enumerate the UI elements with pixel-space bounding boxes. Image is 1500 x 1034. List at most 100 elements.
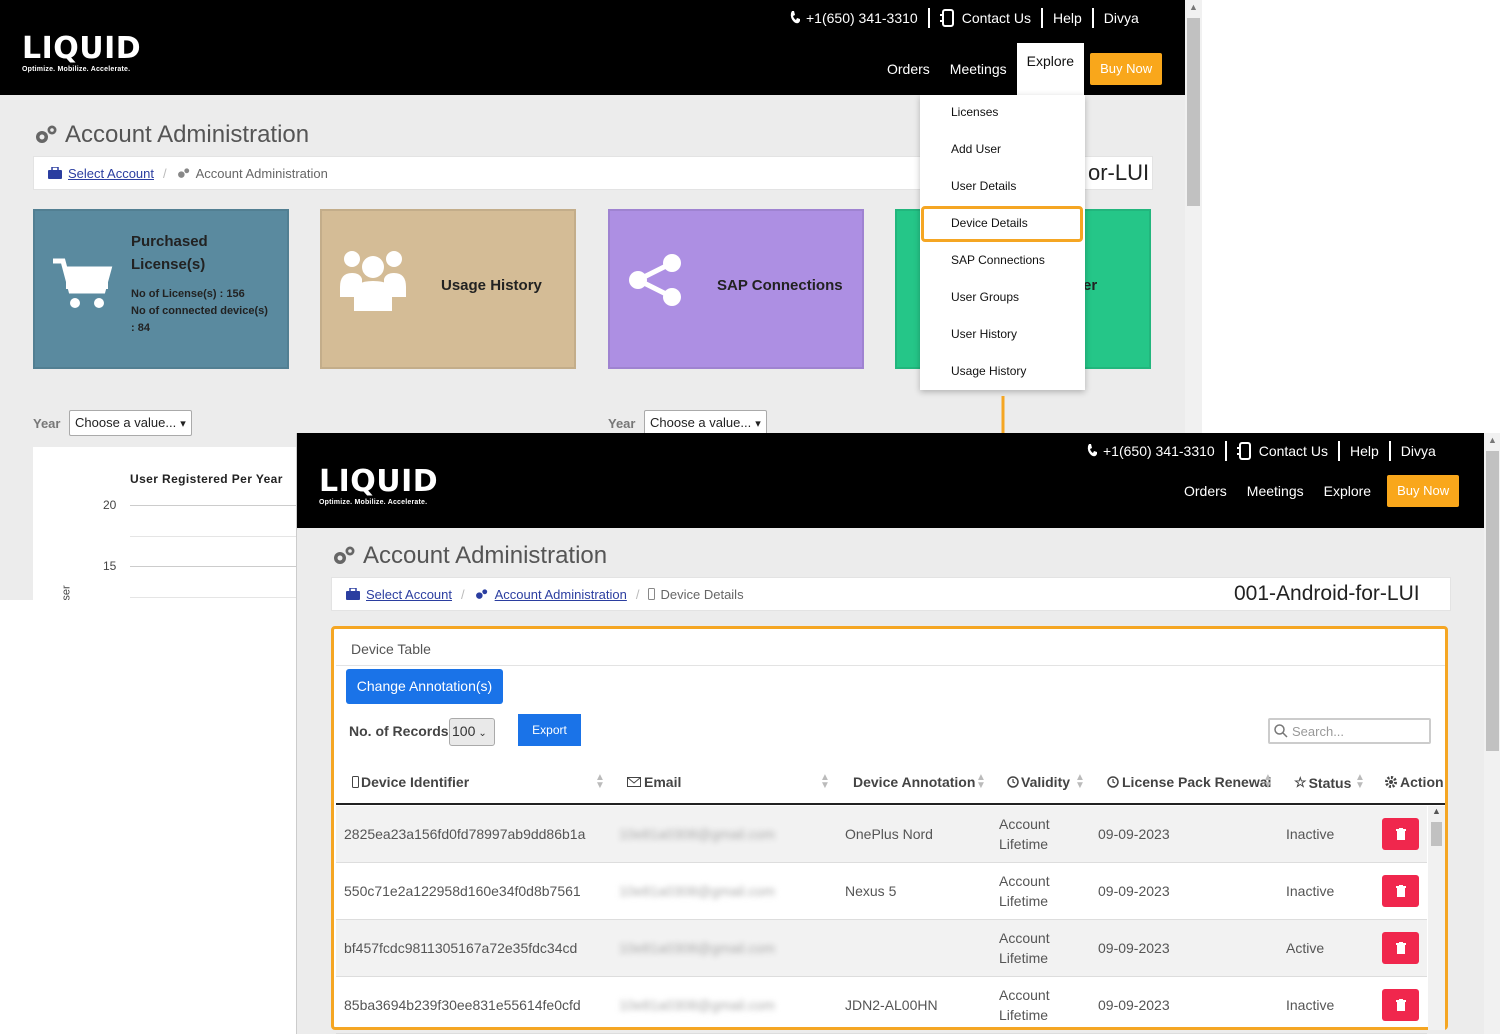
clock-icon	[1107, 776, 1119, 788]
user-menu[interactable]: Divya	[1401, 443, 1436, 459]
liquid-logo[interactable]: LIQUID Optimize. Mobilize. Accelerate.	[319, 467, 438, 507]
main-nav: Orders Meetings Explore Buy Now	[877, 39, 1163, 99]
col-email[interactable]: Email	[627, 774, 681, 790]
sap-connections-tile[interactable]: SAP Connections	[608, 209, 864, 369]
device-id[interactable]: 85ba3694b239f30ee831e55614fe0cfd	[344, 997, 581, 1013]
device-table-card: Device Table Change Annotation(s) No. of…	[331, 626, 1448, 1034]
clock-icon	[1007, 776, 1019, 788]
account-admin-link[interactable]: Account Administration	[495, 587, 627, 602]
col-validity[interactable]: Validity	[1007, 774, 1070, 790]
contact-icon	[939, 9, 954, 27]
account-name: 001-Android-for-LUI	[1234, 582, 1420, 605]
device-annotation: Nexus 5	[845, 883, 897, 899]
trash-icon	[1395, 999, 1406, 1011]
email: 10e81a0308@gmail.com	[619, 940, 775, 956]
nav-orders[interactable]: Orders	[877, 51, 940, 87]
top-links: +1(650) 341-3310 Contact Us Help Divya	[1087, 441, 1436, 461]
breadcrumb: Select Account / Account Administration …	[331, 577, 1451, 611]
usage-history-tile[interactable]: Usage History	[320, 209, 576, 369]
buy-now-button[interactable]: Buy Now	[1090, 53, 1163, 85]
contact-icon	[1236, 442, 1251, 460]
validity: Account	[999, 930, 1050, 946]
buy-now-button[interactable]: Buy Now	[1387, 475, 1460, 507]
user-menu[interactable]: Divya	[1104, 10, 1139, 26]
share-icon	[629, 254, 681, 306]
scroll-thumb[interactable]	[1187, 18, 1200, 206]
gears-icon	[36, 125, 57, 143]
scroll-thumb[interactable]	[1486, 451, 1499, 751]
contact-us-link[interactable]: Contact Us	[1259, 443, 1328, 459]
change-annotations-button[interactable]: Change Annotation(s)	[346, 669, 503, 704]
email: 10e81a0308@gmail.com	[619, 826, 775, 842]
select-account-link[interactable]: Select Account	[68, 166, 154, 181]
menu-item-licenses[interactable]: Licenses	[920, 97, 1085, 127]
contact-us-link[interactable]: Contact Us	[962, 10, 1031, 26]
phone-number[interactable]: +1(650) 341-3310	[1103, 443, 1215, 459]
menu-item-user-groups[interactable]: User Groups	[920, 282, 1085, 312]
phone-number[interactable]: +1(650) 341-3310	[806, 10, 918, 26]
status: Inactive	[1286, 997, 1335, 1013]
email: 10e81a0308@gmail.com	[619, 883, 775, 899]
top-links: +1(650) 341-3310 Contact Us Help Divya	[790, 8, 1139, 28]
nav-orders[interactable]: Orders	[1174, 473, 1237, 509]
delete-button[interactable]	[1382, 932, 1419, 964]
select-account-link[interactable]: Select Account	[366, 587, 452, 602]
gear-icon	[1385, 776, 1397, 788]
year-select-left[interactable]: Choose a value...	[69, 410, 192, 436]
card-title: Device Table	[351, 641, 431, 657]
briefcase-icon	[346, 588, 360, 600]
records-select[interactable]: 100 ⌄	[449, 718, 495, 746]
breadcrumb-current: Device Details	[660, 586, 744, 602]
star-icon: ☆	[1294, 774, 1307, 790]
delete-button[interactable]	[1382, 989, 1419, 1021]
help-link[interactable]: Help	[1053, 10, 1082, 26]
menu-item-user-details[interactable]: User Details	[920, 171, 1085, 201]
users-chart: User Registered Per Year 20 15 ser	[33, 447, 303, 600]
nav-explore[interactable]: Explore	[1016, 43, 1085, 99]
nav-meetings[interactable]: Meetings	[1237, 473, 1314, 509]
liquid-logo[interactable]: LIQUID Optimize. Mobilize. Accelerate.	[22, 34, 141, 74]
device-details-highlight	[921, 206, 1083, 242]
briefcase-icon	[48, 167, 62, 179]
status: Inactive	[1286, 826, 1335, 842]
table-row: 85ba3694b239f30ee831e55614fe0cfd 10e81a0…	[336, 977, 1427, 1034]
col-device-annotation[interactable]: Device Annotation	[853, 774, 975, 790]
purchased-licenses-tile[interactable]: Purchased License(s) No of License(s) : …	[33, 209, 289, 369]
nav-meetings[interactable]: Meetings	[940, 51, 1017, 87]
chart-ylabel: ser	[60, 585, 73, 600]
license-renewal: 09-09-2023	[1098, 940, 1170, 956]
gears-icon	[475, 588, 487, 599]
col-license-pack-renewal[interactable]: License Pack Renewal	[1107, 774, 1271, 790]
license-renewal: 09-09-2023	[1098, 883, 1170, 899]
status: Active	[1286, 940, 1325, 956]
explore-dropdown-menu: Licenses Add User User Details Device De…	[920, 95, 1085, 390]
delete-button[interactable]	[1382, 875, 1419, 907]
scroll-thumb[interactable]	[1431, 822, 1442, 846]
scrollbar-foreground[interactable]: ▲	[1484, 433, 1500, 1034]
validity: Lifetime	[999, 1007, 1049, 1023]
menu-item-add-user[interactable]: Add User	[920, 134, 1085, 164]
menu-item-user-history[interactable]: User History	[920, 319, 1085, 349]
trash-icon	[1395, 942, 1406, 954]
table-scrollbar[interactable]: ▲	[1428, 806, 1445, 1030]
scrollbar-background[interactable]: ▲	[1185, 0, 1202, 433]
device-id[interactable]: 2825ea23a156fd0fd78997ab9dd86b1a	[344, 826, 585, 842]
device-id[interactable]: bf457fcdc9811305167a72e35fdc34cd	[344, 940, 577, 956]
validity: Lifetime	[999, 950, 1049, 966]
menu-item-usage-history[interactable]: Usage History	[920, 356, 1085, 386]
users-icon	[340, 251, 406, 311]
device-id[interactable]: 550c71e2a122958d160e34f0d8b7561	[344, 883, 581, 899]
menu-item-sap-connections[interactable]: SAP Connections	[920, 245, 1085, 275]
col-status[interactable]: ☆ Status	[1294, 774, 1351, 791]
delete-button[interactable]	[1382, 818, 1419, 850]
validity: Lifetime	[999, 836, 1049, 852]
search-input[interactable]: Search...	[1268, 718, 1431, 744]
col-device-identifier[interactable]: Device Identifier	[352, 774, 469, 790]
gears-icon	[334, 546, 355, 564]
page-title: Account Administration	[33, 121, 309, 149]
envelope-icon	[627, 777, 641, 787]
help-link[interactable]: Help	[1350, 443, 1379, 459]
nav-explore[interactable]: Explore	[1314, 473, 1381, 509]
validity: Account	[999, 816, 1050, 832]
export-button[interactable]: Export	[518, 714, 581, 746]
